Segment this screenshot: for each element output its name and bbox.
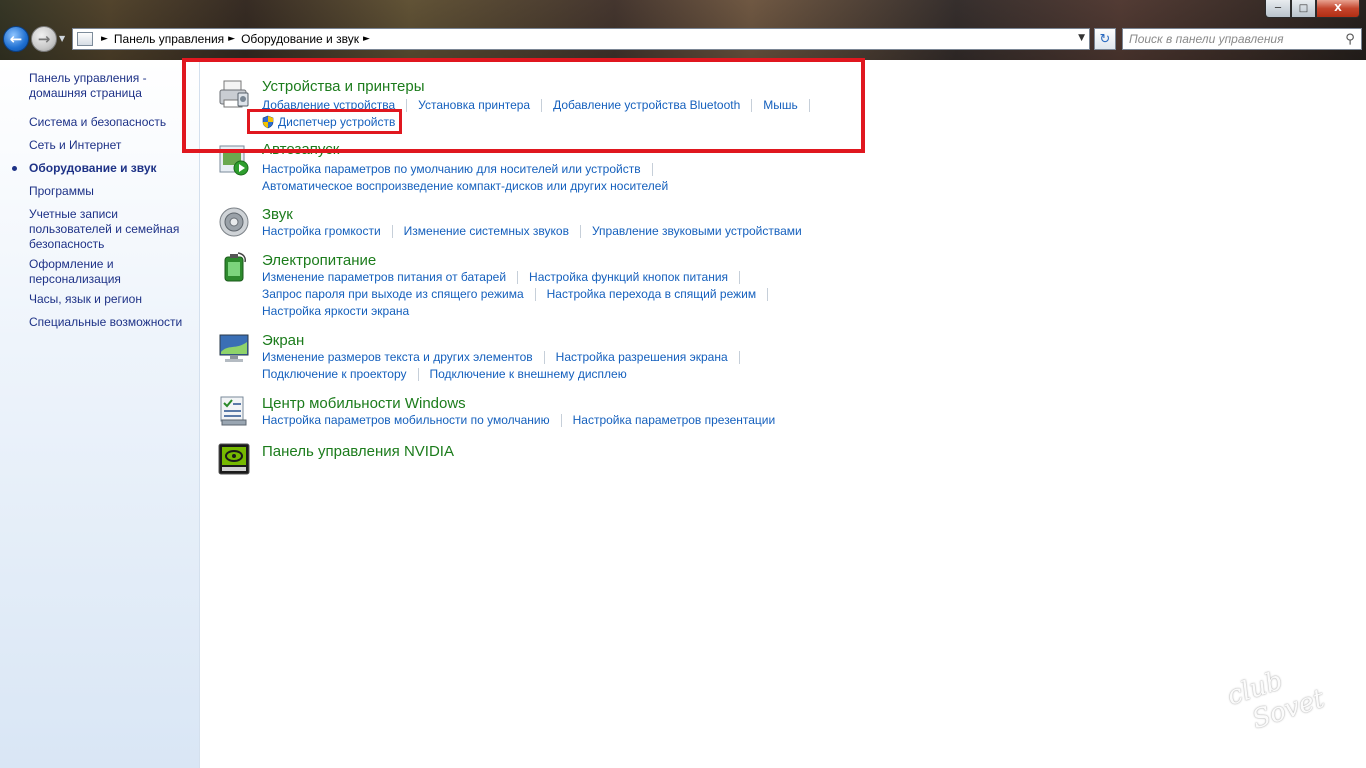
maximize-icon: □ bbox=[1298, 3, 1309, 14]
divider bbox=[738, 350, 740, 364]
breadcrumb-arrow-icon[interactable]: ► bbox=[101, 34, 108, 44]
sidebar-item-network[interactable]: Сеть и Интернет bbox=[0, 138, 199, 153]
link-autoplay-cds[interactable]: Автоматическое воспроизведение компакт-д… bbox=[262, 179, 668, 193]
divider bbox=[767, 287, 769, 301]
link-row: Изменение параметров питания от батарей … bbox=[262, 270, 751, 284]
nvidia-icon bbox=[218, 443, 250, 475]
refresh-icon: ↻ bbox=[1099, 31, 1111, 47]
divider bbox=[651, 162, 653, 176]
breadcrumb-arrow-icon[interactable]: ► bbox=[363, 34, 370, 44]
arrow-right-icon: → bbox=[37, 30, 51, 48]
speaker-icon bbox=[219, 207, 249, 237]
sidebar-item-clock-region[interactable]: Часы, язык и регион bbox=[0, 292, 199, 307]
link-volume[interactable]: Настройка громкости bbox=[262, 224, 381, 238]
divider bbox=[417, 367, 419, 381]
link-row: Запрос пароля при выходе из спящего режи… bbox=[262, 287, 779, 301]
control-panel-icon bbox=[77, 32, 93, 46]
link-audio-devices[interactable]: Управление звуковыми устройствами bbox=[592, 224, 802, 238]
link-row: Подключение к проектору Подключение к вн… bbox=[262, 367, 627, 381]
link-external-display[interactable]: Подключение к внешнему дисплею bbox=[430, 367, 627, 381]
link-row: Изменение размеров текста и других элеме… bbox=[262, 350, 751, 364]
maximize-button[interactable]: □ bbox=[1291, 0, 1316, 18]
category-title[interactable]: Центр мобильности Windows bbox=[262, 395, 466, 412]
main-content: Устройства и принтеры Добавление устройс… bbox=[201, 60, 1366, 768]
link-row: Настройка параметров мобильности по умол… bbox=[262, 413, 775, 427]
divider bbox=[517, 270, 519, 284]
sidebar-item-home[interactable]: Панель управления - домашняя страница bbox=[0, 71, 199, 101]
recent-pages-dropdown[interactable]: ▼ bbox=[59, 34, 65, 43]
sidebar-item-programs[interactable]: Программы bbox=[0, 184, 199, 199]
link-mobility-defaults[interactable]: Настройка параметров мобильности по умол… bbox=[262, 413, 550, 427]
link-presentation-settings[interactable]: Настройка параметров презентации bbox=[573, 413, 776, 427]
link-power-buttons[interactable]: Настройка функций кнопок питания bbox=[529, 270, 728, 284]
highlight-frame bbox=[247, 109, 402, 134]
sidebar-item-accessibility[interactable]: Специальные возможности bbox=[0, 315, 199, 330]
link-autoplay-defaults[interactable]: Настройка параметров по умолчанию для но… bbox=[262, 162, 641, 176]
address-dropdown-icon[interactable]: ▼ bbox=[1078, 33, 1085, 43]
highlight-frame bbox=[182, 58, 865, 153]
link-row: Настройка яркости экрана bbox=[262, 304, 409, 318]
breadcrumb-hardware-sound[interactable]: Оборудование и звук bbox=[241, 32, 359, 46]
window-controls: ─ □ X bbox=[1265, 0, 1360, 18]
link-sleep-settings[interactable]: Настройка перехода в спящий режим bbox=[547, 287, 756, 301]
divider bbox=[579, 224, 581, 238]
sidebar: Панель управления - домашняя страница Си… bbox=[0, 60, 200, 768]
category-title[interactable]: Электропитание bbox=[262, 252, 376, 269]
search-input[interactable]: Поиск в панели управления bbox=[1129, 32, 1339, 46]
refresh-button[interactable]: ↻ bbox=[1094, 28, 1116, 50]
category-title[interactable]: Звук bbox=[262, 206, 293, 223]
close-button[interactable]: X bbox=[1316, 0, 1360, 18]
link-text-size[interactable]: Изменение размеров текста и других элеме… bbox=[262, 350, 533, 364]
link-screen-resolution[interactable]: Настройка разрешения экрана bbox=[556, 350, 728, 364]
search-box[interactable]: Поиск в панели управления ⚲ bbox=[1122, 28, 1362, 50]
monitor-icon bbox=[219, 334, 249, 362]
link-brightness[interactable]: Настройка яркости экрана bbox=[262, 304, 409, 318]
sidebar-item-user-accounts[interactable]: Учетные записи пользователей и семейная … bbox=[0, 207, 199, 252]
minimize-button[interactable]: ─ bbox=[1265, 0, 1291, 18]
close-icon: X bbox=[1334, 3, 1342, 14]
link-row: Автоматическое воспроизведение компакт-д… bbox=[262, 179, 668, 193]
link-system-sounds[interactable]: Изменение системных звуков bbox=[404, 224, 569, 238]
link-projector[interactable]: Подключение к проектору bbox=[262, 367, 407, 381]
minimize-icon: ─ bbox=[1274, 3, 1282, 14]
back-button[interactable]: ← bbox=[3, 26, 29, 52]
forward-button[interactable]: → bbox=[31, 26, 57, 52]
sidebar-item-appearance[interactable]: Оформление и персонализация bbox=[0, 257, 199, 287]
link-battery-settings[interactable]: Изменение параметров питания от батарей bbox=[262, 270, 506, 284]
sidebar-item-hardware-sound[interactable]: Оборудование и звук bbox=[0, 161, 199, 176]
divider bbox=[534, 287, 536, 301]
divider bbox=[560, 413, 562, 427]
link-wakeup-password[interactable]: Запрос пароля при выходе из спящего режи… bbox=[262, 287, 524, 301]
breadcrumb-arrow-icon[interactable]: ► bbox=[228, 34, 235, 44]
link-row: Настройка громкости Изменение системных … bbox=[262, 224, 802, 238]
address-bar[interactable]: ► Панель управления ► Оборудование и зву… bbox=[72, 28, 1090, 50]
link-row: Настройка параметров по умолчанию для но… bbox=[262, 162, 664, 176]
category-title[interactable]: Панель управления NVIDIA bbox=[262, 443, 454, 460]
mobility-center-icon bbox=[220, 396, 247, 426]
navigation-bar: ← → ▼ ► Панель управления ► Оборудование… bbox=[0, 25, 1366, 55]
category-title[interactable]: Экран bbox=[262, 332, 304, 349]
battery-icon bbox=[224, 252, 246, 282]
sidebar-item-system-security[interactable]: Система и безопасность bbox=[0, 115, 199, 130]
divider bbox=[739, 270, 741, 284]
breadcrumb-control-panel[interactable]: Панель управления bbox=[114, 32, 224, 46]
search-icon[interactable]: ⚲ bbox=[1339, 29, 1361, 49]
divider bbox=[391, 224, 393, 238]
arrow-left-icon: ← bbox=[9, 30, 23, 48]
divider bbox=[543, 350, 545, 364]
